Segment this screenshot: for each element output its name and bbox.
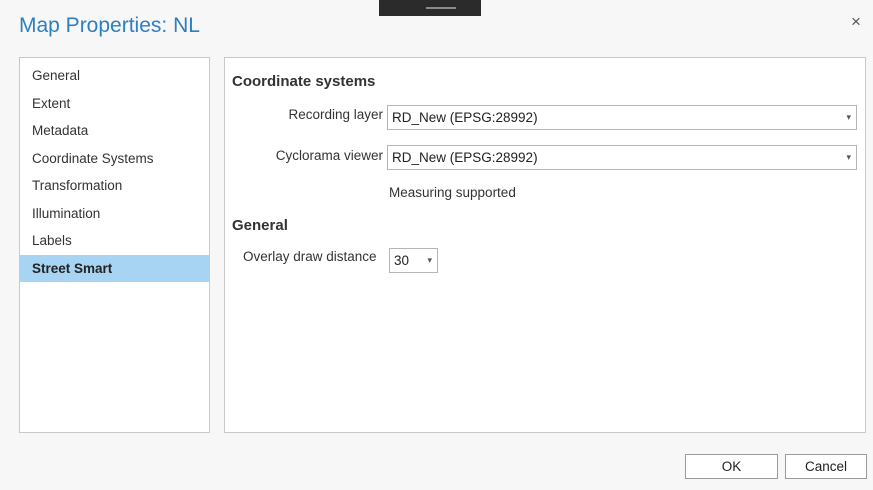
overlay-draw-distance-value: 30: [394, 253, 410, 268]
nav-item-extent[interactable]: Extent: [20, 90, 209, 118]
cyclorama-viewer-value: RD_New (EPSG:28992): [392, 150, 538, 165]
recording-layer-value: RD_New (EPSG:28992): [392, 110, 538, 125]
nav-item-general[interactable]: General: [20, 62, 209, 90]
measuring-status-text: Measuring supported: [389, 185, 516, 200]
chevron-down-icon: ▾: [846, 152, 851, 162]
nav-item-coordinate-systems[interactable]: Coordinate Systems: [20, 145, 209, 173]
close-icon: ×: [851, 12, 861, 31]
nav-item-labels[interactable]: Labels: [20, 227, 209, 255]
chevron-down-icon: ▾: [846, 112, 851, 122]
general-heading: General: [232, 217, 288, 234]
nav-item-illumination[interactable]: Illumination: [20, 200, 209, 228]
map-properties-dialog: Map Properties: NL × General Extent Meta…: [0, 0, 873, 490]
dialog-title: Map Properties: NL: [19, 14, 200, 37]
nav-item-transformation[interactable]: Transformation: [20, 172, 209, 200]
grip-handle-icon: [426, 7, 456, 9]
category-list: General Extent Metadata Coordinate Syste…: [19, 57, 210, 433]
nav-item-street-smart[interactable]: Street Smart: [20, 254, 209, 282]
drag-grip[interactable]: [379, 0, 481, 16]
recording-layer-dropdown[interactable]: RD_New (EPSG:28992) ▾: [387, 105, 857, 130]
close-button[interactable]: ×: [846, 12, 866, 32]
title-bar: Map Properties: NL ×: [0, 0, 873, 48]
recording-layer-label: Recording layer: [288, 107, 383, 122]
chevron-down-icon: ▾: [427, 255, 432, 265]
cyclorama-viewer-dropdown[interactable]: RD_New (EPSG:28992) ▾: [387, 145, 857, 170]
overlay-draw-distance-label: Overlay draw distance: [243, 249, 377, 264]
overlay-draw-distance-dropdown[interactable]: 30 ▾: [389, 248, 438, 273]
coordinate-systems-heading: Coordinate systems: [232, 73, 376, 90]
ok-button[interactable]: OK: [685, 454, 778, 479]
nav-item-metadata[interactable]: Metadata: [20, 117, 209, 145]
cancel-button[interactable]: Cancel: [785, 454, 867, 479]
settings-panel: Coordinate systems Recording layer RD_Ne…: [224, 57, 866, 433]
cyclorama-viewer-label: Cyclorama viewer: [275, 148, 383, 163]
